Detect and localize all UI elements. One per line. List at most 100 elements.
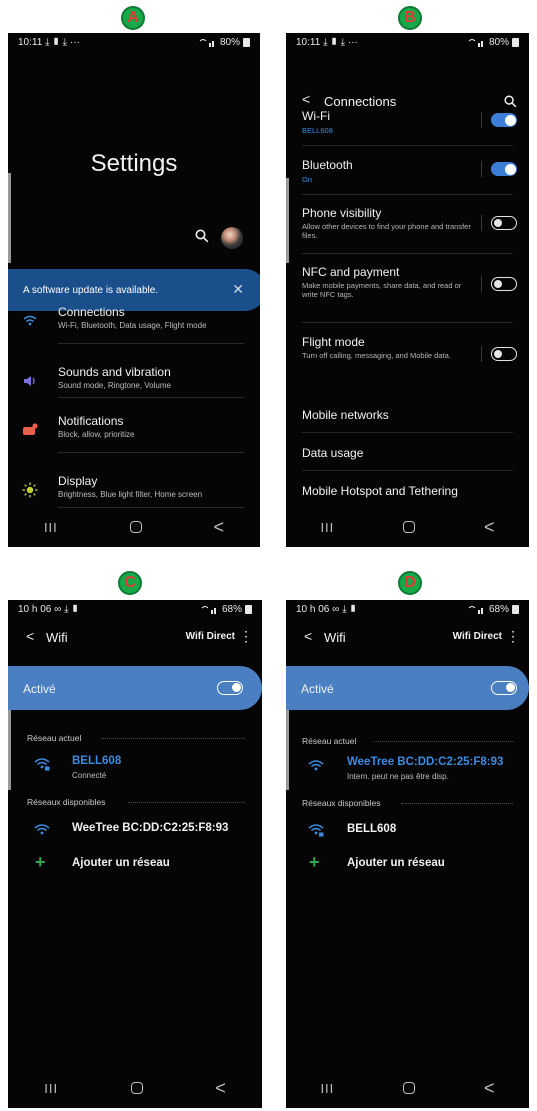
divider — [401, 803, 513, 804]
wifi-icon — [308, 760, 324, 771]
status-icons: ⤓ ▮ ⤓ ··· — [45, 36, 80, 48]
wifi-signal-icon — [199, 38, 214, 47]
back-button[interactable]: < — [215, 1078, 226, 1099]
status-bar: 10:11 ⤓ ▮ ⤓ ··· 80% — [8, 33, 260, 51]
current-network-name[interactable]: WeeTree BC:DD:C2:25:F8:93 — [347, 756, 503, 768]
back-button[interactable]: < — [484, 1078, 495, 1099]
search-icon[interactable] — [195, 229, 209, 243]
status-icons: ⤓ ▮ ⤓ ··· — [323, 36, 358, 48]
battery-icon — [512, 37, 519, 47]
settings-item-title: Display — [58, 474, 98, 488]
recent-apps-button[interactable]: III — [320, 1081, 334, 1096]
battery-icon — [245, 604, 252, 614]
settings-item-notifications[interactable]: Notifications Block, allow, prioritize — [8, 407, 260, 455]
settings-item-title: Notifications — [58, 414, 124, 428]
divider — [58, 343, 244, 344]
row-title: Mobile Hotspot and Tethering — [302, 484, 458, 498]
battery-percent: 80% — [488, 36, 509, 48]
recent-apps-button[interactable]: III — [44, 1081, 58, 1096]
avatar[interactable] — [221, 227, 243, 249]
battery-icon — [243, 37, 250, 47]
connections-item-nfc[interactable]: NFC and payment Make mobile payments, sh… — [286, 265, 529, 309]
connections-item-flight-mode[interactable]: Flight mode Turn off calling, messaging,… — [286, 335, 529, 379]
navigation-bar: III < — [286, 507, 529, 547]
update-banner-text: A software update is available. — [23, 284, 159, 296]
settings-item-connections[interactable]: Connections Wi-Fi, Bluetooth, Data usage… — [8, 298, 260, 346]
separator — [481, 161, 482, 177]
wifi-lock-icon — [308, 824, 324, 837]
phone-screen-b: 10:11 ⤓ ▮ ⤓ ··· 80% < Connections Wi-Fi … — [286, 33, 529, 547]
wifi-toggle[interactable] — [217, 681, 243, 695]
navigation-bar: III < — [286, 1068, 529, 1108]
more-options-icon[interactable]: ⋮ — [239, 628, 253, 645]
available-networks-section-label: Réseaux disponibles — [302, 798, 381, 808]
row-title: NFC and payment — [302, 265, 400, 279]
flight-mode-toggle[interactable] — [491, 347, 517, 361]
settings-item-sounds[interactable]: Sounds and vibration Sound mode, Rington… — [8, 358, 260, 406]
status-bar: 10 h 06 ∞ ⤓ ▮ 68% — [8, 600, 262, 618]
available-network-name[interactable]: BELL608 — [347, 823, 396, 835]
label-b-badge: B — [398, 6, 422, 30]
row-subtitle: Turn off calling, messaging, and Mobile … — [302, 351, 451, 360]
recent-apps-button[interactable]: III — [320, 520, 334, 535]
wifi-direct-button[interactable]: Wifi Direct — [186, 631, 235, 642]
wifi-signal-icon — [468, 38, 483, 47]
row-title: Mobile networks — [302, 408, 389, 422]
wifi-icon — [34, 824, 50, 835]
wifi-toggle[interactable] — [491, 681, 517, 695]
wifi-master-switch[interactable]: Activé — [8, 666, 262, 710]
connections-item-bluetooth[interactable]: Bluetooth On — [286, 158, 529, 195]
back-chevron-icon[interactable]: < — [304, 628, 312, 644]
close-icon[interactable]: ✕ — [232, 281, 244, 298]
back-chevron-icon[interactable]: < — [302, 91, 310, 107]
page-title: Settings — [90, 150, 178, 177]
wifi-header: < Wifi Wifi Direct ⋮ — [286, 626, 529, 648]
settings-item-subtitle: Wi-Fi, Bluetooth, Data usage, Flight mod… — [58, 321, 207, 330]
separator — [481, 276, 482, 292]
divider — [374, 741, 513, 742]
add-network-button[interactable]: Ajouter un réseau — [72, 857, 170, 869]
notification-icon — [23, 423, 38, 435]
settings-item-subtitle: Block, allow, prioritize — [58, 430, 135, 439]
page-title: Wifi — [324, 630, 346, 645]
home-button[interactable] — [403, 521, 416, 533]
more-options-icon[interactable]: ⋮ — [506, 628, 520, 645]
page-title: Connections — [324, 94, 397, 109]
divider — [302, 194, 513, 195]
status-bar: 10:11 ⤓ ▮ ⤓ ··· 80% — [286, 33, 529, 51]
separator — [481, 215, 482, 231]
back-chevron-icon[interactable]: < — [26, 628, 34, 644]
wifi-toggle[interactable] — [491, 113, 517, 127]
wifi-direct-button[interactable]: Wifi Direct — [453, 631, 502, 642]
separator — [481, 112, 482, 128]
back-button[interactable]: < — [214, 517, 225, 538]
home-button[interactable] — [130, 1082, 143, 1094]
phone-visibility-toggle[interactable] — [491, 216, 517, 230]
row-subtitle: Allow other devices to find your phone a… — [302, 222, 471, 241]
bluetooth-toggle[interactable] — [491, 162, 517, 176]
divider — [302, 470, 513, 471]
separator — [481, 346, 482, 362]
connections-item-phone-visibility[interactable]: Phone visibility Allow other devices to … — [286, 206, 529, 250]
home-button[interactable] — [403, 1082, 416, 1094]
current-network-name[interactable]: BELL608 — [72, 755, 121, 767]
add-network-button[interactable]: Ajouter un réseau — [347, 857, 445, 869]
connections-item-mobile-networks[interactable]: Mobile networks — [286, 406, 529, 432]
home-button[interactable] — [129, 521, 142, 533]
back-button[interactable]: < — [484, 517, 495, 538]
connections-item-data-usage[interactable]: Data usage — [286, 444, 529, 470]
label-c-badge: C — [118, 571, 142, 595]
search-icon[interactable] — [504, 95, 517, 108]
nfc-toggle[interactable] — [491, 277, 517, 291]
connections-item-hotspot[interactable]: Mobile Hotspot and Tethering — [286, 482, 529, 508]
battery-percent: 68% — [221, 603, 242, 615]
row-title: Bluetooth — [302, 158, 353, 172]
connections-item-wifi[interactable]: Wi-Fi BELL608 — [286, 109, 529, 146]
wifi-master-switch[interactable]: Activé — [286, 666, 529, 710]
active-label: Activé — [23, 682, 56, 696]
brightness-icon — [22, 482, 38, 498]
available-network-name[interactable]: WeeTree BC:DD:C2:25:F8:93 — [72, 822, 228, 834]
recent-apps-button[interactable]: III — [44, 520, 58, 535]
page-title: Wifi — [46, 630, 68, 645]
divider — [128, 802, 244, 803]
